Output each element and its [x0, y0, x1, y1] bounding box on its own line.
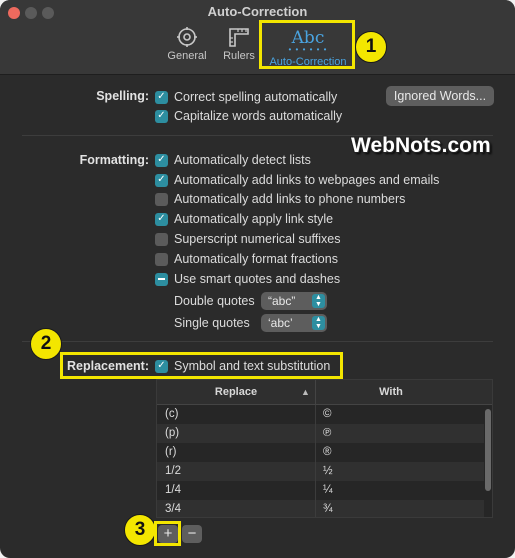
option-label: Symbol and text substitution — [174, 359, 331, 373]
replace-cell: 1/2 — [165, 465, 181, 477]
single-quotes-popup[interactable]: ‘abc’ ▲ ▼ — [261, 314, 327, 332]
table-row[interactable]: (r) ® — [157, 443, 484, 462]
gear-icon — [177, 27, 197, 47]
column-divider — [315, 405, 316, 517]
remove-replacement-button[interactable]: − — [182, 525, 202, 543]
toolbar: Auto-Correction General Rulers Abc • • •… — [0, 0, 515, 75]
divider — [22, 341, 493, 342]
sort-ascending-icon: ▲ — [301, 387, 310, 397]
table-row[interactable]: (c) © — [157, 405, 484, 424]
toolbar-general-tab[interactable]: General — [165, 26, 209, 62]
table-row[interactable]: 1/4 ¼ — [157, 481, 484, 500]
spelling-option-1[interactable]: ✓ Correct spelling automatically — [155, 88, 337, 106]
formatting-label: Formatting: — [79, 153, 149, 167]
with-cell: ¾ — [323, 503, 333, 515]
spelling-option-2[interactable]: ✓ Capitalize words automatically — [155, 107, 342, 125]
add-replacement-button[interactable]: + — [158, 525, 178, 543]
formatting-option-6[interactable]: Automatically format fractions — [155, 250, 338, 268]
window-title: Auto-Correction — [207, 4, 308, 19]
toolbar-rulers-tab[interactable]: Rulers — [219, 26, 259, 62]
checkbox-unchecked-icon[interactable] — [155, 252, 168, 266]
checkbox-checked-icon[interactable]: ✓ — [155, 153, 168, 167]
formatting-option-7[interactable]: Use smart quotes and dashes — [155, 270, 340, 288]
option-label: Automatically add links to webpages and … — [174, 173, 440, 187]
step-badge-1: 1 — [355, 31, 387, 63]
checkbox-unchecked-icon[interactable] — [155, 192, 168, 206]
with-cell: ® — [323, 446, 332, 458]
table-row[interactable]: (p) ℗ — [157, 424, 484, 443]
formatting-option-3[interactable]: Automatically add links to phone numbers — [155, 190, 405, 208]
replace-cell: (p) — [165, 427, 180, 439]
double-quotes-value: “abc” — [268, 294, 296, 308]
table-scrollbar[interactable] — [484, 405, 492, 517]
table-row[interactable]: 1/2 ½ — [157, 462, 484, 481]
replace-cell: 1/4 — [165, 484, 181, 496]
double-quotes-label: Double quotes — [174, 294, 255, 308]
replace-cell: 3/4 — [165, 503, 181, 515]
toolbar-general-label: General — [167, 50, 207, 62]
with-cell: ½ — [323, 465, 333, 477]
chevron-updown-icon: ▲ ▼ — [312, 294, 325, 308]
option-label: Capitalize words automatically — [174, 109, 343, 123]
table-body: (c) © (p) ℗ (r) ® 1/2 ½ 1/4 ¼ 3/4 ¾ — [157, 405, 484, 517]
single-quotes-value: ‘abc’ — [268, 316, 293, 330]
option-label: Automatically format fractions — [174, 252, 338, 266]
chevron-updown-icon: ▲ ▼ — [312, 316, 325, 330]
formatting-option-4[interactable]: ✓ Automatically apply link style — [155, 210, 333, 228]
replacement-option[interactable]: ✓ Symbol and text substitution — [155, 357, 330, 375]
formatting-option-2[interactable]: ✓ Automatically add links to webpages an… — [155, 171, 439, 189]
double-quotes-popup[interactable]: “abc” ▲ ▼ — [261, 292, 327, 310]
table-row[interactable]: 3/4 ¾ — [157, 500, 484, 517]
checkbox-mixed-icon[interactable] — [155, 272, 168, 286]
checkbox-unchecked-icon[interactable] — [155, 232, 168, 246]
formatting-option-5[interactable]: Superscript numerical suffixes — [155, 230, 341, 248]
checkbox-checked-icon[interactable]: ✓ — [155, 109, 168, 123]
replace-cell: (r) — [165, 446, 177, 458]
spelling-label: Spelling: — [96, 89, 149, 103]
ruler-icon — [229, 28, 249, 47]
table-header: Replace ▲ With — [157, 380, 492, 405]
step-badge-3: 3 — [124, 514, 156, 546]
highlight-box-toolbar — [259, 20, 355, 69]
option-label: Correct spelling automatically — [174, 90, 338, 104]
ignored-words-button[interactable]: Ignored Words... — [386, 86, 494, 106]
with-cell: ¼ — [323, 484, 333, 496]
option-label: Automatically apply link style — [174, 212, 334, 226]
column-header-with[interactable]: With — [316, 380, 466, 404]
replace-cell: (c) — [165, 408, 179, 420]
column-header-replace[interactable]: Replace — [157, 380, 316, 404]
preferences-window: Auto-Correction General Rulers Abc • • •… — [0, 0, 515, 558]
with-cell: © — [323, 408, 332, 420]
with-cell: ℗ — [323, 427, 332, 439]
formatting-option-1[interactable]: ✓ Automatically detect lists — [155, 151, 311, 169]
option-label: Superscript numerical suffixes — [174, 232, 341, 246]
checkbox-checked-icon[interactable]: ✓ — [155, 359, 168, 373]
scrollbar-thumb[interactable] — [485, 409, 491, 491]
option-label: Use smart quotes and dashes — [174, 272, 341, 286]
watermark: WebNots.com — [351, 134, 491, 157]
checkbox-checked-icon[interactable]: ✓ — [155, 212, 168, 226]
replacement-table: Replace ▲ With (c) © (p) ℗ (r) ® 1/2 ½ 1… — [156, 379, 493, 518]
option-label: Automatically add links to phone numbers — [174, 192, 406, 206]
single-quotes-label: Single quotes — [174, 316, 250, 330]
step-badge-2: 2 — [30, 328, 62, 360]
replacement-label: Replacement: — [67, 359, 149, 373]
toolbar-rulers-label: Rulers — [223, 50, 255, 62]
option-label: Automatically detect lists — [174, 153, 311, 167]
checkbox-checked-icon[interactable]: ✓ — [155, 90, 168, 104]
checkbox-checked-icon[interactable]: ✓ — [155, 173, 168, 187]
